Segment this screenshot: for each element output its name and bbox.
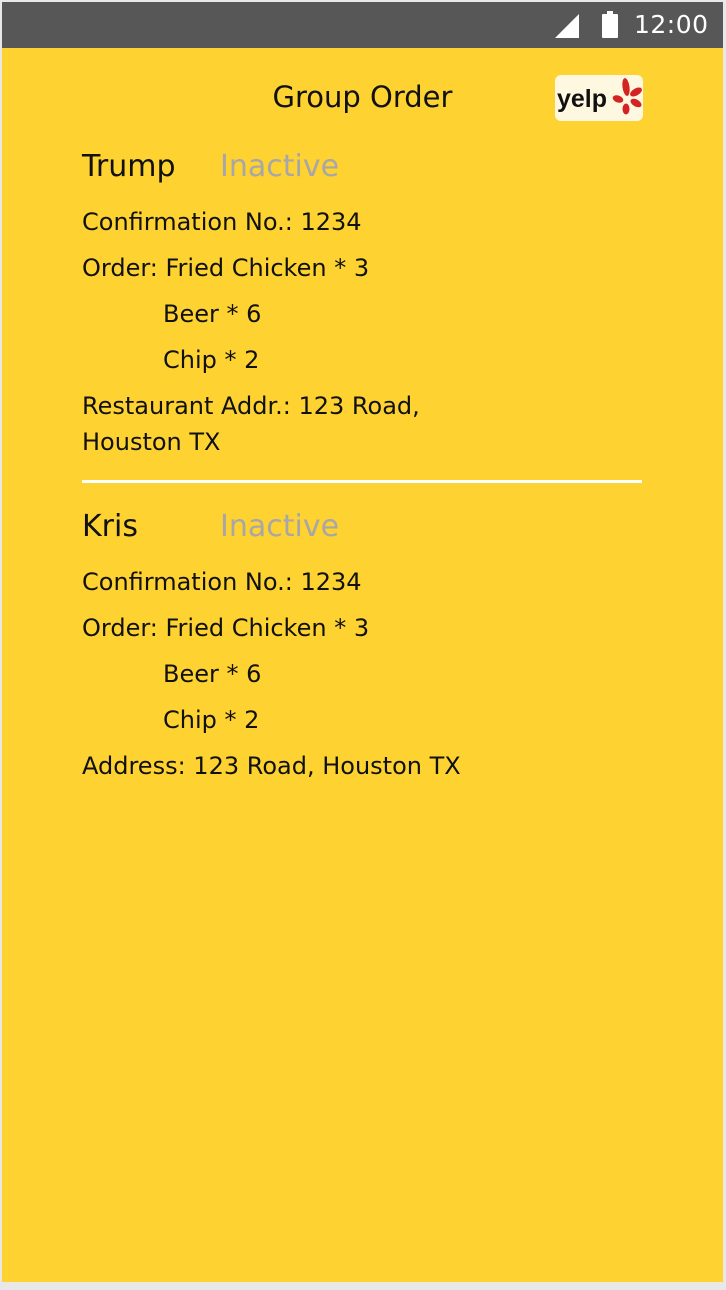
yelp-logo[interactable]: yelp	[555, 75, 643, 121]
status-badge: Inactive	[220, 509, 340, 544]
status-bar: 12:00	[2, 2, 723, 48]
restaurant-address: Restaurant Addr.: 123 Road,	[82, 392, 420, 420]
section-divider	[82, 480, 642, 483]
signal-icon	[555, 14, 579, 38]
yelp-logo-text: yelp	[557, 85, 607, 113]
confirmation-number: Confirmation No.: 1234	[82, 208, 362, 236]
delivery-address: Address: 123 Road, Houston TX	[82, 752, 461, 780]
status-time: 12:00	[634, 10, 709, 39]
battery-icon	[602, 11, 618, 38]
order-item: Beer * 6	[163, 660, 262, 688]
confirmation-number: Confirmation No.: 1234	[82, 568, 362, 596]
order-item: Chip * 2	[163, 346, 260, 374]
order-item: Chip * 2	[163, 706, 260, 734]
status-badge: Inactive	[220, 149, 340, 184]
restaurant-address-city: Houston TX	[82, 428, 221, 456]
order-item: Beer * 6	[163, 300, 262, 328]
order-line: Order: Fried Chicken * 3	[82, 614, 370, 642]
order-line: Order: Fried Chicken * 3	[82, 254, 370, 282]
customer-name: Kris	[82, 509, 138, 544]
app-screen: 12:00 Group Order yelp Trump Inactive Co…	[2, 2, 723, 1282]
customer-name: Trump	[82, 149, 176, 184]
